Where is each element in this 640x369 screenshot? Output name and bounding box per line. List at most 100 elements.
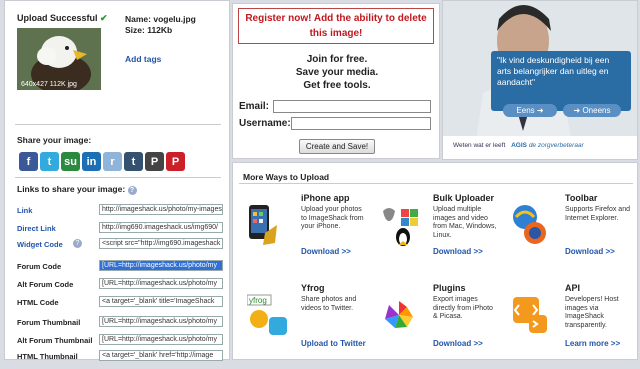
upload-option-link[interactable]: Upload to Twitter xyxy=(301,339,366,348)
link-row-label: Alt Forum Code xyxy=(17,280,74,289)
upload-option-tile: Bulk Uploader Upload multiple images and … xyxy=(371,187,499,279)
link-row-label[interactable]: Link xyxy=(17,206,32,215)
link-code-field[interactable]: [URL=http://imageshack.us/photo/my xyxy=(99,334,223,345)
divider xyxy=(15,124,221,125)
reddit-icon[interactable]: r xyxy=(103,152,122,171)
link-code-field[interactable]: [URL=http://imageshack.us/photo/my xyxy=(99,278,223,289)
link-row: Alt Forum Thumbnail [URL=http://imageshac… xyxy=(17,334,227,346)
link-code-field[interactable]: <script src="http://img690.imageshack xyxy=(99,238,223,249)
upload-option-tile: Plugins Export images directly from iPhot… xyxy=(371,277,499,369)
upload-option-title: Plugins xyxy=(433,283,466,293)
upload-option-link[interactable]: Learn more >> xyxy=(565,339,620,348)
api-icon[interactable] xyxy=(511,293,547,333)
benefit-1: Join for free. xyxy=(306,54,368,65)
oneens-button[interactable]: ➜ Oneens xyxy=(563,104,621,117)
link-code-field[interactable]: http://img690.imageshack.us/img690/ xyxy=(99,222,223,233)
link-row: HTML Thumbnail <a target='_blank' href='h… xyxy=(17,350,227,362)
link-row: Link http://imageshack.us/photo/my-images… xyxy=(17,204,227,216)
link-row: Alt Forum Code [URL=http://imageshack.us/… xyxy=(17,278,227,290)
benefit-3: Get free tools. xyxy=(303,80,371,91)
picasa-icon[interactable] xyxy=(379,293,413,333)
pinterest-icon[interactable]: P xyxy=(166,152,185,171)
svg-text:yfrog: yfrog xyxy=(249,296,267,305)
eens-button[interactable]: Eens ➜ xyxy=(503,104,557,117)
upload-option-link[interactable]: Download >> xyxy=(433,247,483,256)
link-row-label[interactable]: Direct Link xyxy=(17,224,56,233)
agis-logo: AGIS xyxy=(511,142,527,149)
upload-option-desc: Upload multiple images and video from Ma… xyxy=(433,206,497,239)
upload-option-title: Bulk Uploader xyxy=(433,193,495,203)
upload-title: Upload Successful xyxy=(17,13,98,23)
upload-option-link[interactable]: Download >> xyxy=(301,247,351,256)
upload-option-tile: yfrog Yfrog Share photos and videos to Twi… xyxy=(239,277,367,369)
upload-option-link[interactable]: Download >> xyxy=(565,247,615,256)
upload-option-desc: Share photos and videos to Twitter. xyxy=(301,296,357,312)
ad-footer-left: Weten wat er leeft xyxy=(453,142,506,149)
ad-quote-text: "Ik vind deskundigheid bij een arts bela… xyxy=(497,55,610,87)
link-code-field[interactable]: <a target='_blank' title='ImageShack xyxy=(99,296,223,307)
oneens-label: Oneens xyxy=(582,106,611,115)
upload-option-desc: Developers! Host images via ImageShack t… xyxy=(565,296,619,329)
upload-result-panel: Upload Successful ✔ 640x427 112K jpg Nam… xyxy=(4,0,230,362)
email-field[interactable] xyxy=(273,100,431,113)
stumbleupon-icon[interactable]: su xyxy=(61,152,80,171)
tumblr-icon[interactable]: t xyxy=(124,152,143,171)
link-row: Widget Code? <script src="http://img690.i… xyxy=(17,238,227,250)
upload-option-link[interactable]: Download >> xyxy=(433,339,483,348)
os-logos-icon[interactable] xyxy=(379,203,418,246)
advertisement[interactable]: "Ik vind deskundigheid bij een arts bela… xyxy=(442,0,638,160)
add-tags-link[interactable]: Add tags xyxy=(125,54,161,64)
yfrog-icon[interactable]: yfrog xyxy=(246,293,287,335)
email-label: Email: xyxy=(239,101,270,112)
upload-option-tile: iPhone app Upload your photos to ImageSha… xyxy=(239,187,367,279)
username-label: Username: xyxy=(239,118,291,129)
link-row: Direct Link http://img690.imageshack.us/i… xyxy=(17,222,227,234)
upload-option-tile: Toolbar Supports Firefox and Internet Exp… xyxy=(503,187,631,279)
eens-label: Eens xyxy=(516,106,535,115)
divider xyxy=(15,177,221,178)
upload-option-title: Toolbar xyxy=(565,193,598,203)
upload-option-desc: Export images directly from iPhoto & Pic… xyxy=(433,296,493,320)
ad-quote-bubble: "Ik vind deskundigheid bij een arts bela… xyxy=(491,51,631,111)
success-check-icon: ✔ xyxy=(100,13,108,23)
link-row: Forum Thumbnail [URL=http://imageshack.us… xyxy=(17,316,227,328)
help-icon[interactable]: ? xyxy=(127,186,137,195)
link-row-label: Alt Forum Thumbnail xyxy=(17,336,93,345)
link-code-field[interactable]: http://imageshack.us/photo/my-images/ xyxy=(99,204,223,215)
link-row-label[interactable]: Widget Code xyxy=(17,240,63,249)
ad-vote-buttons: Eens ➜ ➜ Oneens xyxy=(503,104,621,117)
uploaded-thumbnail[interactable]: 640x427 112K jpg xyxy=(17,28,101,90)
link-row-label: HTML Code xyxy=(17,298,59,307)
upload-option-desc: Supports Firefox and Internet Explorer. xyxy=(565,206,630,222)
create-and-save-button[interactable]: Create and Save! xyxy=(299,139,375,154)
file-size: Size: 112Kb xyxy=(125,25,173,35)
facebook-icon[interactable]: f xyxy=(19,152,38,171)
link-row-label: Forum Thumbnail xyxy=(17,318,81,327)
link-row: HTML Code <a target='_blank' title='Image… xyxy=(17,296,227,308)
iphone-icon[interactable] xyxy=(247,203,277,245)
register-benefits: Join for free. Save your media. Get free… xyxy=(233,53,441,92)
upload-option-title: Yfrog xyxy=(301,283,325,293)
more-ways-title: More Ways to Upload xyxy=(243,172,330,182)
twitter-icon[interactable]: t xyxy=(40,152,59,171)
upload-status: Upload Successful ✔ xyxy=(17,13,108,24)
benefit-2: Save your media. xyxy=(295,67,379,78)
thumbnail-caption: 640x427 112K jpg xyxy=(21,81,77,88)
link-code-field[interactable]: [URL=http://imageshack.us/photo/my xyxy=(99,260,223,271)
file-info: Name: vogelu.jpg Size: 112Kb xyxy=(125,14,196,36)
links-title: Links to share your image: ? xyxy=(17,184,137,195)
help-icon[interactable]: ? xyxy=(73,239,82,248)
arrow-right-icon: ➜ xyxy=(536,106,544,115)
username-field[interactable] xyxy=(291,117,431,130)
upload-option-tile: API Developers! Host images via ImageShac… xyxy=(503,277,631,369)
divider xyxy=(239,183,633,184)
myspace-icon[interactable]: P xyxy=(145,152,164,171)
browser-icon[interactable] xyxy=(511,203,546,244)
link-code-field[interactable]: <a target='_blank' href='http://image xyxy=(99,350,223,361)
file-name: Name: vogelu.jpg xyxy=(125,14,196,24)
link-row-label: Forum Code xyxy=(17,262,62,271)
linkedin-icon[interactable]: in xyxy=(82,152,101,171)
register-headline: Register now! Add the ability to delete … xyxy=(238,8,434,44)
links-title-text: Links to share your image: xyxy=(17,184,126,194)
link-code-field[interactable]: [URL=http://imageshack.us/photo/my xyxy=(99,316,223,327)
